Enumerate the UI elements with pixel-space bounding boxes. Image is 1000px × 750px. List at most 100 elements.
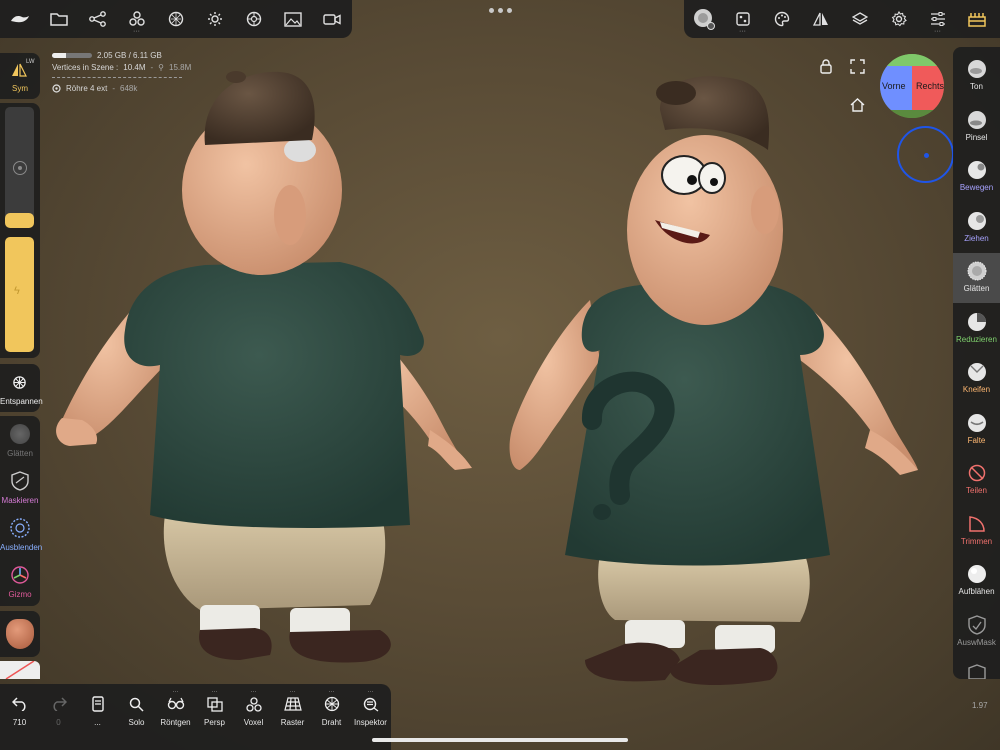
- menu-dots-icon: ···: [367, 689, 374, 695]
- tool-label: AuswMask: [957, 637, 996, 647]
- tool-split[interactable]: Teilen: [953, 455, 1000, 505]
- voxel-button[interactable]: ··· Voxel: [234, 684, 273, 750]
- color-swatch[interactable]: [0, 661, 40, 679]
- bottom-label: ...: [94, 718, 101, 727]
- tool-label: Trimmen: [960, 536, 993, 546]
- tool-label: Ziehen: [964, 233, 989, 243]
- memory-text: 2.05 GB / 6.11 GB: [97, 50, 162, 60]
- mask-label: Maskieren: [1, 496, 39, 505]
- xray-button[interactable]: ··· Röntgen: [156, 684, 195, 750]
- bottom-label: Inspektor: [354, 718, 387, 727]
- mask-button[interactable]: Maskieren: [0, 466, 40, 512]
- window-handle[interactable]: [489, 8, 512, 13]
- video-icon[interactable]: [312, 0, 351, 38]
- sym-button[interactable]: LW Sym: [0, 53, 40, 99]
- bottom-label: Röntgen: [160, 718, 191, 727]
- grid-button[interactable]: ··· Raster: [273, 684, 312, 750]
- bottom-toolbar: 710 0... Solo ··· Röntgen ··· Persp ··· Voxel ···…: [0, 684, 391, 750]
- tool-brush[interactable]: Pinsel: [953, 102, 1000, 152]
- mask-icon: [11, 471, 29, 491]
- home-icon[interactable]: [850, 98, 865, 112]
- viewport-canvas[interactable]: [0, 0, 1000, 750]
- tool-flatten[interactable]: Reduzieren: [953, 304, 1000, 354]
- sliders-icon[interactable]: ···: [918, 0, 957, 38]
- vertices-total: 15.8M: [169, 62, 192, 72]
- light-icon[interactable]: [195, 0, 234, 38]
- folder-icon[interactable]: [39, 0, 78, 38]
- search-button[interactable]: Solo: [117, 684, 156, 750]
- orbit-center-dot: [924, 153, 929, 158]
- character-back-view[interactable]: [56, 71, 472, 663]
- tool-inflate[interactable]: Aufblähen: [953, 556, 1000, 606]
- wireframe-button[interactable]: ··· Draht: [312, 684, 351, 750]
- bottom-label: 710: [12, 718, 27, 727]
- object-separator: -: [112, 83, 116, 93]
- menu-dots-icon: ···: [289, 689, 296, 695]
- perspective-button[interactable]: ··· Persp: [195, 684, 234, 750]
- lock-icon[interactable]: [819, 59, 833, 74]
- tool-label: Pinsel: [965, 132, 988, 142]
- logo-icon[interactable]: [0, 0, 39, 38]
- tool-crease[interactable]: Falte: [953, 405, 1000, 455]
- scene-icon[interactable]: [957, 0, 996, 38]
- flatten-icon: [967, 312, 987, 332]
- tool-pinch[interactable]: Kneifen: [953, 354, 1000, 404]
- camera-orbit-control[interactable]: [897, 126, 954, 183]
- settings-icon[interactable]: [879, 0, 918, 38]
- tool-select-mask[interactable]: AuswMask: [953, 607, 1000, 657]
- smooth-button[interactable]: Glätten: [0, 416, 40, 462]
- bottom-label: Persp: [204, 718, 225, 727]
- redo-icon: [51, 695, 67, 713]
- home-indicator[interactable]: [372, 738, 628, 742]
- character-front-view[interactable]: [509, 76, 918, 685]
- inspector-icon: ···: [363, 689, 379, 713]
- menu-dots-icon: ···: [250, 689, 257, 695]
- tool-drag[interactable]: Ziehen: [953, 203, 1000, 253]
- bottom-label: Draht: [321, 718, 342, 727]
- fullscreen-icon[interactable]: [850, 59, 865, 74]
- notebook-button[interactable]: ...: [78, 684, 117, 750]
- size-slider-track[interactable]: [5, 107, 34, 227]
- object-count: 648k: [120, 83, 138, 93]
- info-divider: [52, 77, 182, 78]
- size-slider-handle[interactable]: [5, 213, 34, 228]
- relax-button[interactable]: Entspannen: [0, 364, 43, 412]
- environment-icon[interactable]: [234, 0, 273, 38]
- tool-next-icon[interactable]: [968, 664, 986, 679]
- brush-sliders: ϟ: [0, 103, 40, 358]
- notebook-icon: [91, 695, 104, 713]
- tool-trim[interactable]: Trimmen: [953, 506, 1000, 556]
- brush-preview-icon[interactable]: [684, 0, 723, 38]
- selected-object[interactable]: Röhre 4 ext - 648k: [52, 82, 191, 94]
- tool-smooth[interactable]: Glätten: [953, 253, 1000, 303]
- gizmo-button[interactable]: Gizmo: [0, 559, 40, 605]
- material-swatch-button[interactable]: [0, 611, 40, 657]
- sculpt-tools-panel: Ton Pinsel Bewegen Ziehen Glätten Reduzieren K…: [953, 47, 1000, 679]
- tool-move[interactable]: Bewegen: [953, 152, 1000, 202]
- symmetry-icon[interactable]: [801, 0, 840, 38]
- redo-button[interactable]: 0: [39, 684, 78, 750]
- stroke-icon[interactable]: ···: [723, 0, 762, 38]
- layers-icon[interactable]: [840, 0, 879, 38]
- relax-icon: [12, 375, 27, 390]
- inflate-icon: [967, 564, 987, 584]
- material-sphere-icon: [6, 619, 34, 649]
- menu-dots-icon: ···: [739, 28, 746, 35]
- bottom-label: Voxel: [243, 718, 264, 727]
- tool-clay-brush[interactable]: Ton: [953, 51, 1000, 101]
- menu-dots-icon: ···: [133, 28, 140, 35]
- select-mask-icon: [967, 614, 986, 635]
- tool-label: Aufblähen: [958, 587, 995, 596]
- tool-label: Falte: [967, 435, 986, 445]
- undo-button[interactable]: 710: [0, 684, 39, 750]
- scene-graph-icon[interactable]: [78, 0, 117, 38]
- primitives-icon[interactable]: ···: [117, 0, 156, 38]
- view-gizmo-cube[interactable]: Vorne Rechts: [880, 54, 944, 118]
- intensity-slider[interactable]: ϟ: [5, 237, 34, 352]
- sym-label: Sym: [12, 84, 28, 93]
- image-icon[interactable]: [273, 0, 312, 38]
- hide-button[interactable]: Ausblenden: [0, 513, 42, 559]
- perspective-icon: ···: [206, 689, 223, 713]
- palette-icon[interactable]: [762, 0, 801, 38]
- material-icon[interactable]: [156, 0, 195, 38]
